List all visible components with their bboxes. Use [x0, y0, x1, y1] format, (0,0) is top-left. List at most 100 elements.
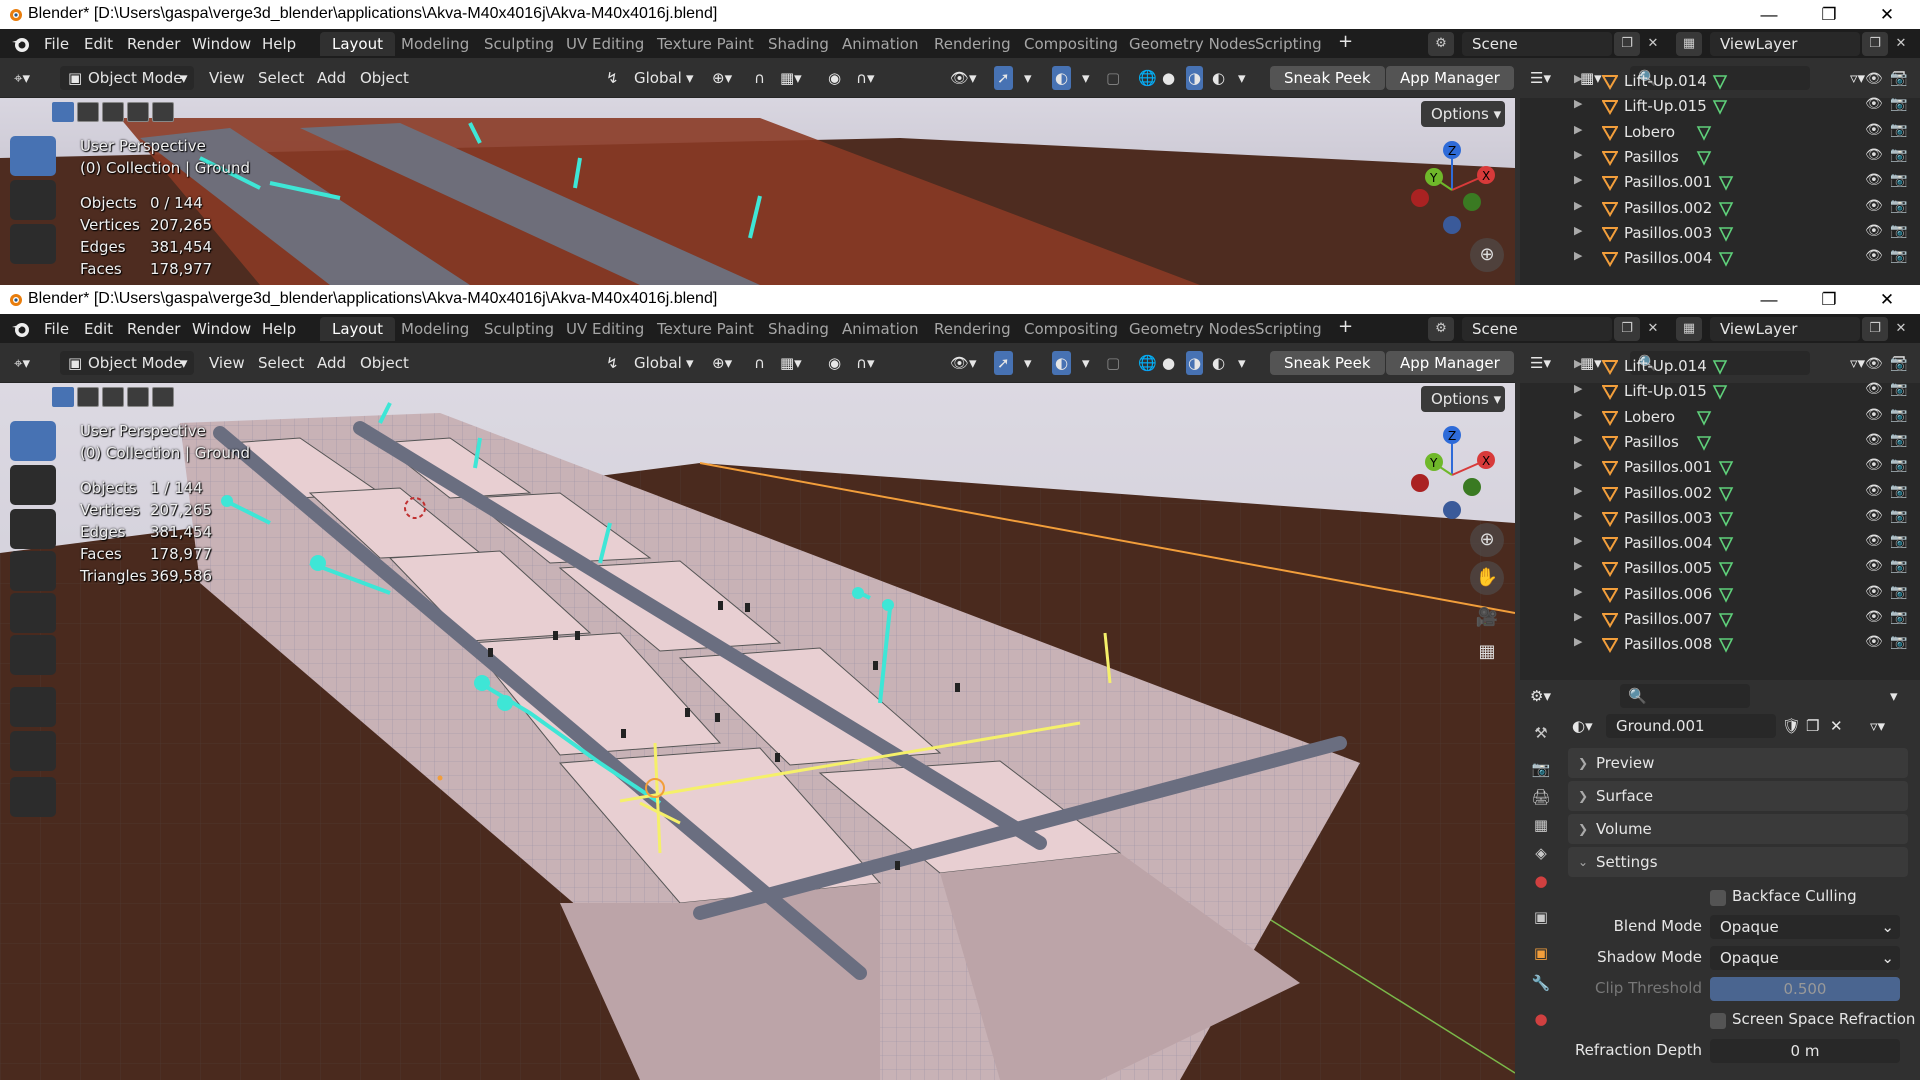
- overlay-toggle-icon[interactable]: ◐: [1052, 66, 1072, 90]
- tab-texture-paint[interactable]: Texture Paint: [645, 32, 766, 56]
- world-tab-icon[interactable]: ●: [1528, 868, 1554, 894]
- chevron-down-icon[interactable]: ▾: [1082, 351, 1090, 375]
- visibility-eye-icon[interactable]: 👁: [1865, 71, 1883, 87]
- app-manager-button[interactable]: App Manager: [1386, 66, 1514, 90]
- render-tab-icon[interactable]: 📷: [1528, 756, 1554, 782]
- transform-tool-icon[interactable]: [10, 635, 56, 675]
- expand-arrow-icon[interactable]: ▶: [1574, 635, 1582, 648]
- cursor-tool-icon[interactable]: [10, 180, 56, 220]
- render-camera-icon[interactable]: 📷: [1890, 407, 1907, 423]
- new-view-layer-icon[interactable]: ❐: [1862, 317, 1888, 341]
- outliner-row[interactable]: ▶ Pasillos.006 👁 📷: [1520, 583, 1920, 608]
- refraction-depth-field[interactable]: 0 m: [1710, 1039, 1900, 1063]
- visibility-eye-icon[interactable]: 👁: [1865, 198, 1883, 214]
- select-invert-icon[interactable]: [127, 102, 149, 122]
- menu-help[interactable]: Help: [262, 35, 296, 53]
- render-camera-icon[interactable]: 📷: [1890, 223, 1907, 239]
- snap-target-icon[interactable]: ▦▾: [780, 351, 802, 375]
- blend-mode-dropdown[interactable]: Opaque ⌄: [1710, 915, 1900, 939]
- material-tab-icon[interactable]: ●: [1528, 1006, 1554, 1032]
- blender-menu-icon[interactable]: [10, 34, 32, 54]
- render-camera-icon[interactable]: 📷: [1890, 609, 1907, 625]
- tab-shading[interactable]: Shading: [756, 317, 841, 341]
- perspective-toggle-icon[interactable]: ▦: [1470, 635, 1504, 669]
- material-slot-icon[interactable]: ◐▾: [1572, 714, 1593, 738]
- mesh-data-icon[interactable]: [1718, 251, 1734, 267]
- outliner-row[interactable]: ▶ Pasillos.004 👁 📷: [1520, 247, 1920, 272]
- menu-window[interactable]: Window: [192, 320, 251, 338]
- expand-arrow-icon[interactable]: ▶: [1574, 249, 1582, 262]
- zoom-icon[interactable]: ⊕: [1470, 523, 1504, 557]
- transform-orientation-dropdown[interactable]: Global: [634, 66, 682, 90]
- add-workspace-icon[interactable]: +: [1338, 31, 1353, 52]
- mesh-data-icon[interactable]: [1718, 612, 1734, 628]
- mesh-data-icon[interactable]: [1696, 150, 1712, 166]
- tab-layout[interactable]: Layout: [320, 32, 395, 56]
- select-extend-icon[interactable]: [77, 387, 99, 407]
- sneak-peek-button[interactable]: Sneak Peek: [1270, 351, 1385, 375]
- pan-hand-icon[interactable]: ✋: [1470, 561, 1504, 595]
- expand-arrow-icon[interactable]: ▶: [1574, 408, 1582, 421]
- output-tab-icon[interactable]: 🖨: [1528, 784, 1554, 810]
- expand-arrow-icon[interactable]: ▶: [1574, 509, 1582, 522]
- menu-window[interactable]: Window: [192, 35, 251, 53]
- visibility-eye-icon[interactable]: 👁: [1865, 457, 1883, 473]
- shadow-mode-dropdown[interactable]: Opaque ⌄: [1710, 946, 1900, 970]
- editor-type-icon[interactable]: ⌖▾: [14, 351, 30, 375]
- tool-tab-icon[interactable]: ⚒: [1528, 720, 1554, 746]
- view-layer-field[interactable]: ViewLayer: [1710, 32, 1860, 56]
- outliner-row[interactable]: ▶ Pasillos.007 👁 📷: [1520, 608, 1920, 633]
- visibility-eye-icon[interactable]: 👁: [1865, 558, 1883, 574]
- scene-selector-icon[interactable]: ⚙: [1428, 32, 1454, 56]
- mesh-data-icon[interactable]: [1718, 536, 1734, 552]
- expand-arrow-icon[interactable]: ▶: [1574, 199, 1582, 212]
- wireframe-shading-icon[interactable]: 🌐: [1138, 351, 1157, 375]
- maximize-button[interactable]: ❐: [1800, 0, 1858, 29]
- visibility-eye-icon[interactable]: 👁: [1865, 432, 1883, 448]
- render-camera-icon[interactable]: 📷: [1890, 483, 1907, 499]
- outliner-row[interactable]: ▶ Lobero 👁 📷: [1520, 121, 1920, 146]
- tab-uv-editing[interactable]: UV Editing: [554, 317, 656, 341]
- expand-arrow-icon[interactable]: ▶: [1574, 534, 1582, 547]
- render-camera-icon[interactable]: 📷: [1890, 172, 1907, 188]
- expand-arrow-icon[interactable]: ▶: [1574, 97, 1582, 110]
- expand-arrow-icon[interactable]: ▶: [1574, 72, 1582, 85]
- visibility-eye-icon[interactable]: 👁: [1865, 609, 1883, 625]
- rotate-tool-icon[interactable]: [10, 551, 56, 591]
- visibility-eye-icon[interactable]: 👁: [1865, 483, 1883, 499]
- add-cube-tool-icon[interactable]: [10, 777, 56, 817]
- select-subtract-icon[interactable]: [102, 387, 124, 407]
- menu-file[interactable]: File: [44, 35, 69, 53]
- blender-menu-icon[interactable]: [10, 319, 32, 339]
- cursor-tool-icon[interactable]: [10, 465, 56, 505]
- delete-scene-icon[interactable]: ✕: [1640, 317, 1666, 341]
- select-box-icon[interactable]: [52, 387, 74, 407]
- visibility-eye-icon[interactable]: 👁: [1865, 533, 1883, 549]
- expand-arrow-icon[interactable]: ▶: [1574, 148, 1582, 161]
- mesh-data-icon[interactable]: [1718, 486, 1734, 502]
- tab-compositing[interactable]: Compositing: [1012, 317, 1130, 341]
- render-camera-icon[interactable]: 📷: [1890, 457, 1907, 473]
- collection-tab-icon[interactable]: ▣: [1528, 904, 1554, 930]
- snap-target-icon[interactable]: ▦▾: [780, 66, 802, 90]
- outliner-row[interactable]: ▶ Pasillos.002 👁 📷: [1520, 197, 1920, 222]
- editor-type-icon[interactable]: ⌖▾: [14, 66, 30, 90]
- tab-modeling[interactable]: Modeling: [389, 317, 481, 341]
- options-dropdown[interactable]: Options ▾: [1421, 101, 1505, 127]
- chevron-down-icon[interactable]: ▾: [1024, 66, 1032, 90]
- overlay-toggle-icon[interactable]: ◐: [1052, 351, 1072, 375]
- panel-volume[interactable]: ❯ Volume: [1568, 814, 1908, 844]
- chevron-down-icon[interactable]: ▾: [1238, 351, 1246, 375]
- navigation-gizmo-bottom[interactable]: Z X Y: [1400, 425, 1510, 525]
- chevron-down-icon[interactable]: ▾: [1082, 66, 1090, 90]
- app-manager-button[interactable]: App Manager: [1386, 351, 1514, 375]
- scene-selector-icon[interactable]: ⚙: [1428, 317, 1454, 341]
- new-view-layer-icon[interactable]: ❐: [1862, 32, 1888, 56]
- outliner-row[interactable]: ▶ Pasillos.003 👁 📷: [1520, 507, 1920, 532]
- add-workspace-icon[interactable]: +: [1338, 316, 1353, 337]
- render-camera-icon[interactable]: 📷: [1890, 122, 1907, 138]
- mesh-data-icon[interactable]: [1712, 384, 1728, 401]
- menu-select[interactable]: Select: [258, 351, 304, 375]
- visibility-eye-icon[interactable]: 👁: [1865, 223, 1883, 239]
- tab-rendering[interactable]: Rendering: [922, 317, 1023, 341]
